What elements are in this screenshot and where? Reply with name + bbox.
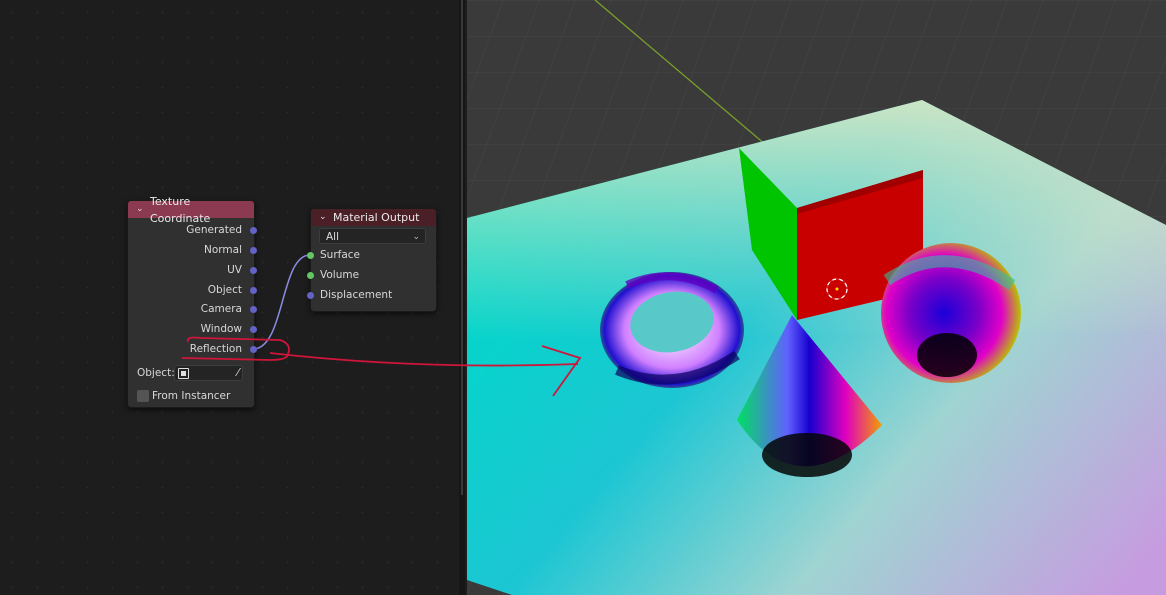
- output-window-socket[interactable]: [250, 326, 257, 333]
- input-surface-socket[interactable]: [307, 252, 314, 259]
- target-dropdown[interactable]: All ⌄: [319, 228, 426, 244]
- output-camera-label: Camera: [200, 303, 242, 315]
- 3d-viewport[interactable]: [467, 0, 1166, 595]
- input-volume-socket[interactable]: [307, 272, 314, 279]
- chevron-down-icon[interactable]: ⌄: [136, 201, 146, 218]
- output-generated-socket[interactable]: [250, 227, 257, 234]
- output-normal-label: Normal: [204, 244, 242, 256]
- from-instancer-checkbox[interactable]: [137, 390, 149, 402]
- viewport-scene: [467, 0, 1166, 595]
- from-instancer-label: From Instancer: [152, 390, 231, 402]
- output-object-label: Object: [207, 284, 242, 296]
- object-icon: [178, 368, 189, 379]
- input-displacement-socket[interactable]: [307, 292, 314, 299]
- chevron-down-icon: ⌄: [412, 232, 420, 242]
- node-header[interactable]: ⌄ Texture Coordinate: [128, 195, 254, 225]
- eyedropper-icon[interactable]: ⁄: [237, 366, 239, 380]
- output-normal-socket[interactable]: [250, 247, 257, 254]
- node-editor[interactable]: ⌄ Texture Coordinate Generated Normal UV…: [0, 0, 462, 595]
- output-uv-socket[interactable]: [250, 267, 257, 274]
- object-field[interactable]: ⁄: [174, 365, 243, 381]
- input-displacement-label: Displacement: [320, 289, 393, 301]
- output-camera-socket[interactable]: [250, 306, 257, 313]
- input-volume-label: Volume: [320, 269, 360, 281]
- output-window-label: Window: [200, 323, 242, 335]
- node-title: Texture Coordinate: [150, 194, 211, 225]
- input-surface-label: Surface: [320, 249, 361, 261]
- link-reflection-surface: [252, 254, 311, 350]
- divider-handle[interactable]: [461, 0, 463, 495]
- output-uv-label: UV: [227, 264, 242, 276]
- output-reflection-label: Reflection: [189, 343, 242, 355]
- output-generated-label: Generated: [186, 224, 242, 236]
- node-header[interactable]: ⌄ Material Output: [311, 209, 436, 226]
- chevron-down-icon[interactable]: ⌄: [319, 209, 329, 226]
- target-value: All: [326, 231, 340, 243]
- node-title: Material Output: [333, 211, 420, 224]
- output-object-socket[interactable]: [250, 287, 257, 294]
- output-reflection-socket[interactable]: [250, 346, 257, 353]
- object-label: Object:: [137, 367, 175, 379]
